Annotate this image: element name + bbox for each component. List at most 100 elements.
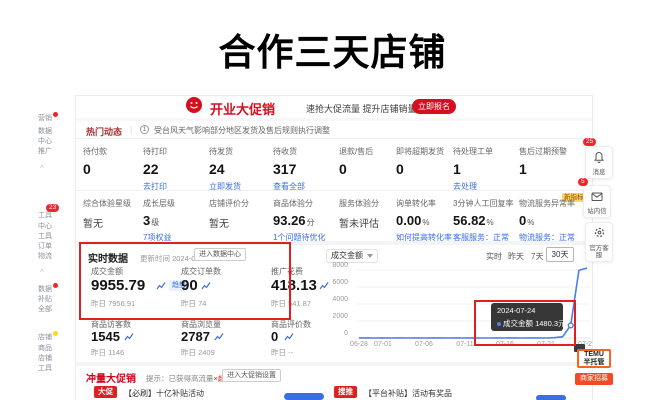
- chevron-down-icon: [367, 254, 373, 258]
- stat-to-ship: 待发货 24 立即发货: [209, 146, 271, 192]
- sidebar-item[interactable]: 补贴: [31, 295, 59, 304]
- dashboard-window: 开业大促销 速抢大促流量 提升店铺销量 立即报名 热门动态 | 1 受台风天气影…: [75, 95, 593, 400]
- divider: |: [130, 124, 132, 134]
- trend-icon[interactable]: [284, 332, 294, 341]
- metric-value: 2787: [181, 329, 210, 344]
- notification-dot: [53, 331, 58, 336]
- messages-button[interactable]: 消息: [585, 146, 613, 179]
- score-reply-rate: 3分钟人工回复率 56.82% 客服服务：正常: [453, 198, 515, 243]
- y-tick: 8000: [322, 262, 348, 269]
- x-tick: 07-16: [490, 341, 520, 348]
- metric-yesterday: 昨日 1146: [91, 347, 124, 358]
- promo-settings-button[interactable]: 进入大促销设置: [222, 369, 281, 382]
- promo-action-pill[interactable]: [284, 393, 324, 400]
- y-tick: 2000: [322, 313, 348, 320]
- stat-work-orders: 待处理工单 1 去处理: [453, 146, 515, 192]
- promo-action-pill[interactable]: [536, 395, 566, 400]
- score-growth-level: 成长层级 3级 7项权益: [143, 198, 205, 243]
- sidebar-item[interactable]: 店铺: [31, 354, 59, 363]
- data-center-button[interactable]: 进入数据中心: [194, 248, 246, 261]
- metric-value: 418.13: [271, 277, 317, 294]
- banner-desc: 速抢大促流量 提升店铺销量: [306, 102, 417, 115]
- sidebar-item[interactable]: 数据: [31, 127, 59, 136]
- stat-overdue-soon: 即将超期发货 0: [396, 146, 458, 177]
- score-inquiry-rate: 询单转化率 0.00% 如何提高转化率: [396, 198, 458, 243]
- promo-item-badge: 搜推: [334, 386, 357, 398]
- sidebar-item[interactable]: 工具: [31, 364, 59, 373]
- metric-yesterday: 昨日 7956.91: [91, 298, 135, 309]
- metric-yesterday: 昨日 74: [181, 298, 206, 309]
- promo-item-text[interactable]: 【平台补贴】活动有奖品: [364, 388, 452, 399]
- tooltip-series: 成交金额: [503, 319, 533, 328]
- trend-icon[interactable]: [214, 332, 224, 341]
- score-shop-rating: 店铺评价分 暂无: [209, 198, 271, 230]
- page-canvas: 合作三天店铺 营销 数据 中心 推广 ^ 23 工具 中心 工具 订单 物流 ^…: [0, 0, 665, 400]
- trend-icon[interactable]: [201, 281, 211, 290]
- inbox-count-badge: 5: [578, 178, 588, 186]
- y-tick: 6000: [322, 279, 348, 286]
- chevron-up-icon[interactable]: ^: [40, 164, 44, 173]
- range-yesterday[interactable]: 昨天: [508, 251, 524, 262]
- sidebar-item[interactable]: 商品: [31, 344, 59, 353]
- y-tick: 4000: [322, 296, 348, 303]
- metric-value: 90: [181, 277, 198, 294]
- sidebar-item[interactable]: 中心: [31, 137, 59, 146]
- sidebar-item[interactable]: 订单: [31, 242, 59, 251]
- series-dot-icon: [497, 322, 501, 326]
- x-tick: 07-06: [409, 341, 439, 348]
- mail-icon: [591, 191, 603, 202]
- chevron-up-icon[interactable]: ^: [40, 268, 44, 277]
- notification-dot: [53, 112, 58, 117]
- x-tick: 07-11: [450, 341, 480, 348]
- chart-tooltip: 2024-07-24 成交金额 1480.3元: [491, 303, 563, 331]
- banner-brand: 开业大促销: [210, 99, 275, 118]
- metric-select-dropdown[interactable]: 成交金额: [326, 249, 378, 263]
- promo-item-text[interactable]: 【必刷】十亿补贴活动: [124, 388, 204, 399]
- metric-value: 1545: [91, 329, 120, 344]
- promo-title: 冲量大促销: [86, 370, 136, 385]
- temu-ad[interactable]: TEMU 半托管: [577, 349, 611, 368]
- trend-icon[interactable]: [156, 281, 166, 290]
- page-title: 合作三天店铺: [0, 22, 665, 76]
- stat-pending-payment: 待付款 0: [83, 146, 145, 177]
- sidebar-item[interactable]: 物流: [31, 252, 59, 261]
- sidebar-item[interactable]: 全部: [31, 305, 59, 314]
- y-tick: 0: [322, 330, 348, 337]
- score-service-exp: 服务体验分 暂未评估: [339, 198, 401, 230]
- news-text[interactable]: 受台风天气影响部分地区发货及售后规则执行调整: [154, 125, 330, 136]
- metric-label: 推广花费: [271, 266, 303, 277]
- news-label: 热门动态: [86, 125, 122, 138]
- metric-yesterday: 昨日 541.87: [271, 298, 311, 309]
- official-service-button[interactable]: 官方客服: [585, 222, 613, 262]
- bell-icon: [593, 151, 605, 163]
- score-product-exp: 商品体验分 93.26分 1个问题待优化: [273, 198, 335, 243]
- metric-yesterday: 昨日 --: [271, 347, 293, 358]
- stat-refund: 退款/售后 0: [339, 146, 401, 177]
- inbox-button[interactable]: 站内信: [583, 185, 611, 218]
- metric-value: 9955.79: [91, 277, 145, 294]
- news-number-badge: 1: [140, 125, 149, 134]
- stat-to-receive: 待收货 317 查看全部: [273, 146, 335, 192]
- x-tick: 07-21: [531, 341, 561, 348]
- chart-point[interactable]: [568, 323, 573, 328]
- sidebar-item[interactable]: 工具: [31, 232, 59, 241]
- temu-recruit-button[interactable]: 商家招募: [575, 373, 613, 385]
- sidebar-item[interactable]: 工具: [31, 211, 59, 220]
- sidebar-item[interactable]: 推广: [31, 147, 59, 156]
- metric-label: 成交订单数: [181, 266, 221, 277]
- range-7d[interactable]: 7天: [531, 251, 543, 262]
- gear-icon: [593, 226, 606, 239]
- metric-yesterday: 昨日 2409: [181, 347, 215, 358]
- x-tick: 07-01: [368, 341, 398, 348]
- messages-count-badge: 25: [583, 138, 596, 146]
- range-realtime[interactable]: 实时: [486, 251, 502, 262]
- score-logistics-rate: 物流服务异常率 0% 物流服务：正常: [519, 198, 581, 243]
- trend-icon[interactable]: [124, 332, 134, 341]
- metric-label: 成交金额: [91, 266, 123, 277]
- sidebar-item[interactable]: 中心: [31, 222, 59, 231]
- promo-item-badge: 大促: [94, 386, 117, 398]
- banner-cta-button[interactable]: 立即报名: [412, 99, 456, 114]
- tooltip-date: 2024-07-24: [497, 306, 535, 315]
- stat-to-print: 待打印 22 去打印: [143, 146, 205, 192]
- range-30d[interactable]: 30天: [546, 247, 574, 262]
